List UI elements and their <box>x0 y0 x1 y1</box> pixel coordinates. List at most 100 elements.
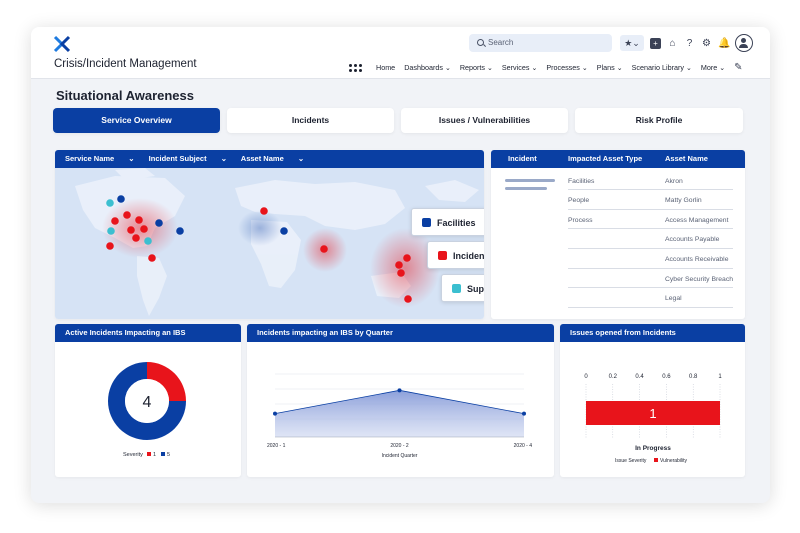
favorites-icon[interactable]: ★⌄ <box>620 35 644 51</box>
x-axis-label: Incident Quarter <box>382 453 418 459</box>
x-tick-label: 0.6 <box>662 374 671 380</box>
x-tick-label: 2020 - 4 <box>514 443 533 449</box>
asset-name-cell[interactable]: Legal <box>665 295 682 302</box>
asset-name-cell[interactable]: Accounts Receivable <box>665 256 728 263</box>
supplier-swatch <box>452 284 461 293</box>
nav-item-label: Services <box>501 63 530 72</box>
nav-item-scenario-library[interactable]: Scenario Library ⌄ <box>632 63 692 72</box>
chevron-down-icon: ⌄ <box>444 65 451 72</box>
bar-chart-panel: Issues opened from Incidents 0 0.2 0.4 0.6 0… <box>560 324 745 477</box>
tab-service-overview[interactable]: Service Overview <box>53 108 220 133</box>
bar-legend-title: Issue Severity <box>615 458 647 464</box>
asset-type-cell: People <box>568 197 590 204</box>
asset-table-header: Incident Impacted Asset Type Asset Name <box>491 150 745 168</box>
nav-item-plans[interactable]: Plans ⌄ <box>597 63 623 72</box>
legend-swatch-1 <box>147 452 151 456</box>
filter-label: Asset Name <box>240 154 284 163</box>
bell-icon[interactable]: 🔔 <box>718 38 730 49</box>
toolbar-icons: ★⌄ + ⌂ ? ⚙ 🔔 <box>620 34 753 52</box>
legend-incident: Incident <box>427 241 484 269</box>
filter-incident-subject[interactable]: Incident Subject ⌄ <box>149 154 227 163</box>
area-chart-title: Incidents impacting an IBS by Quarter <box>247 324 554 342</box>
row-divider <box>568 228 733 229</box>
world-map-svg <box>75 168 479 316</box>
asset-name-cell[interactable]: Matty Gorlin <box>665 197 702 204</box>
x-tick-label: 0 <box>584 374 588 380</box>
incident-placeholder-bar <box>505 187 547 190</box>
nav-item-more[interactable]: More ⌄ <box>701 63 725 72</box>
donut-chart[interactable]: 4 Severity 1 5 <box>55 342 241 477</box>
legend-label: Facilities <box>437 218 476 228</box>
nav-item-processes[interactable]: Processes ⌄ <box>546 63 587 72</box>
filter-label: Service Name <box>65 154 115 163</box>
donut-chart-panel: Active Incidents Impacting an IBS 4 Sever… <box>55 324 241 477</box>
chevron-down-icon: ⌄ <box>581 65 588 72</box>
legend-label: Incident <box>453 251 484 261</box>
area-point <box>273 411 277 416</box>
donut-legend-title: Severity <box>123 452 143 458</box>
asset-name-cell[interactable]: Akron <box>665 178 683 185</box>
tab-risk-profile[interactable]: Risk Profile <box>575 108 743 133</box>
filter-label: Incident Subject <box>148 154 207 163</box>
home-alert-icon[interactable]: ⌂ <box>667 38 678 49</box>
asset-name-cell[interactable]: Cyber Security Breach <box>665 276 733 283</box>
legend-facilities: Facilities <box>411 208 484 236</box>
nav-item-label: Processes <box>546 63 580 72</box>
donut-legend-1: 1 <box>153 452 156 458</box>
legend-swatch-vulnerability <box>654 458 658 462</box>
asset-type-cell: Facilities <box>568 178 595 185</box>
row-divider <box>568 268 733 269</box>
search-placeholder: Search <box>488 38 514 47</box>
x-tick-label: 0.2 <box>609 374 618 380</box>
nav-item-home[interactable]: Home <box>376 63 395 72</box>
column-asset-name[interactable]: Asset Name <box>665 150 708 168</box>
x-tick-label: 2020 - 1 <box>267 443 286 449</box>
app-grid-icon[interactable] <box>349 63 362 72</box>
area-fill <box>275 390 524 437</box>
bar-chart[interactable]: 0 0.2 0.4 0.6 0.8 1 1 In Progress Issue Severity… <box>560 342 745 477</box>
nav-item-dashboards[interactable]: Dashboards ⌄ <box>404 63 451 72</box>
tab-issues-vulnerabilities[interactable]: Issues / Vulnerabilities <box>401 108 568 133</box>
chevron-down-icon: ⌄ <box>616 65 623 72</box>
nav-item-label: Plans <box>596 63 615 72</box>
tab-bar: Service Overview Incidents Issues / Vuln… <box>53 108 744 133</box>
area-point <box>397 388 402 393</box>
search-icon <box>477 39 484 46</box>
chevron-down-icon: ⌄ <box>685 65 692 72</box>
filter-service-name[interactable]: Service Name ⌄ <box>65 154 135 163</box>
area-chart-panel: Incidents impacting an IBS by Quarter 20… <box>247 324 554 477</box>
area-chart[interactable]: 2020 - 1 2020 - 2 2020 - 4 Incident Quarter <box>247 342 554 477</box>
bar-value-label: 1 <box>649 406 656 421</box>
main-nav: Home Dashboards ⌄ Reports ⌄ Services ⌄ Processe… <box>349 62 742 73</box>
app-window: Crisis/Incident Management Search ★⌄ + ⌂… <box>31 27 770 503</box>
bar-chart-title: Issues opened from Incidents <box>560 324 745 342</box>
x-tick-label: 1 <box>718 374 722 380</box>
help-icon[interactable]: ? <box>684 38 695 49</box>
app-logo[interactable] <box>53 35 71 53</box>
avatar-icon[interactable] <box>735 34 753 52</box>
filter-asset-name[interactable]: Asset Name ⌄ <box>241 154 304 163</box>
nav-item-label: Scenario Library <box>631 63 684 72</box>
search-input[interactable]: Search <box>469 34 612 52</box>
x-tick-label: 0.8 <box>689 374 698 380</box>
add-icon[interactable]: + <box>650 37 661 49</box>
tab-incidents[interactable]: Incidents <box>227 108 394 133</box>
world-map[interactable]: Facilities Incident Supplier <box>55 168 484 319</box>
bar-legend-label: Vulnerability <box>660 458 688 464</box>
nav-item-reports[interactable]: Reports ⌄ <box>460 63 493 72</box>
legend-label: Supplier <box>467 284 484 294</box>
gear-icon[interactable]: ⚙ <box>701 38 712 49</box>
column-incident[interactable]: Incident <box>508 150 537 168</box>
pencil-icon[interactable]: ✎ <box>734 62 742 73</box>
map-panel: Service Name ⌄ Incident Subject ⌄ Asset … <box>55 150 484 319</box>
row-divider <box>568 307 733 308</box>
bar-category-label: In Progress <box>635 445 671 452</box>
column-impacted-asset-type[interactable]: Impacted Asset Type <box>568 150 642 168</box>
row-divider <box>568 189 733 190</box>
page-title: Situational Awareness <box>56 88 194 103</box>
nav-item-services[interactable]: Services ⌄ <box>502 63 537 72</box>
x-tick-label: 0.4 <box>635 374 644 380</box>
asset-name-cell[interactable]: Accounts Payable <box>665 236 719 243</box>
nav-item-label: Home <box>376 63 396 72</box>
asset-name-cell[interactable]: Access Management <box>665 217 728 224</box>
